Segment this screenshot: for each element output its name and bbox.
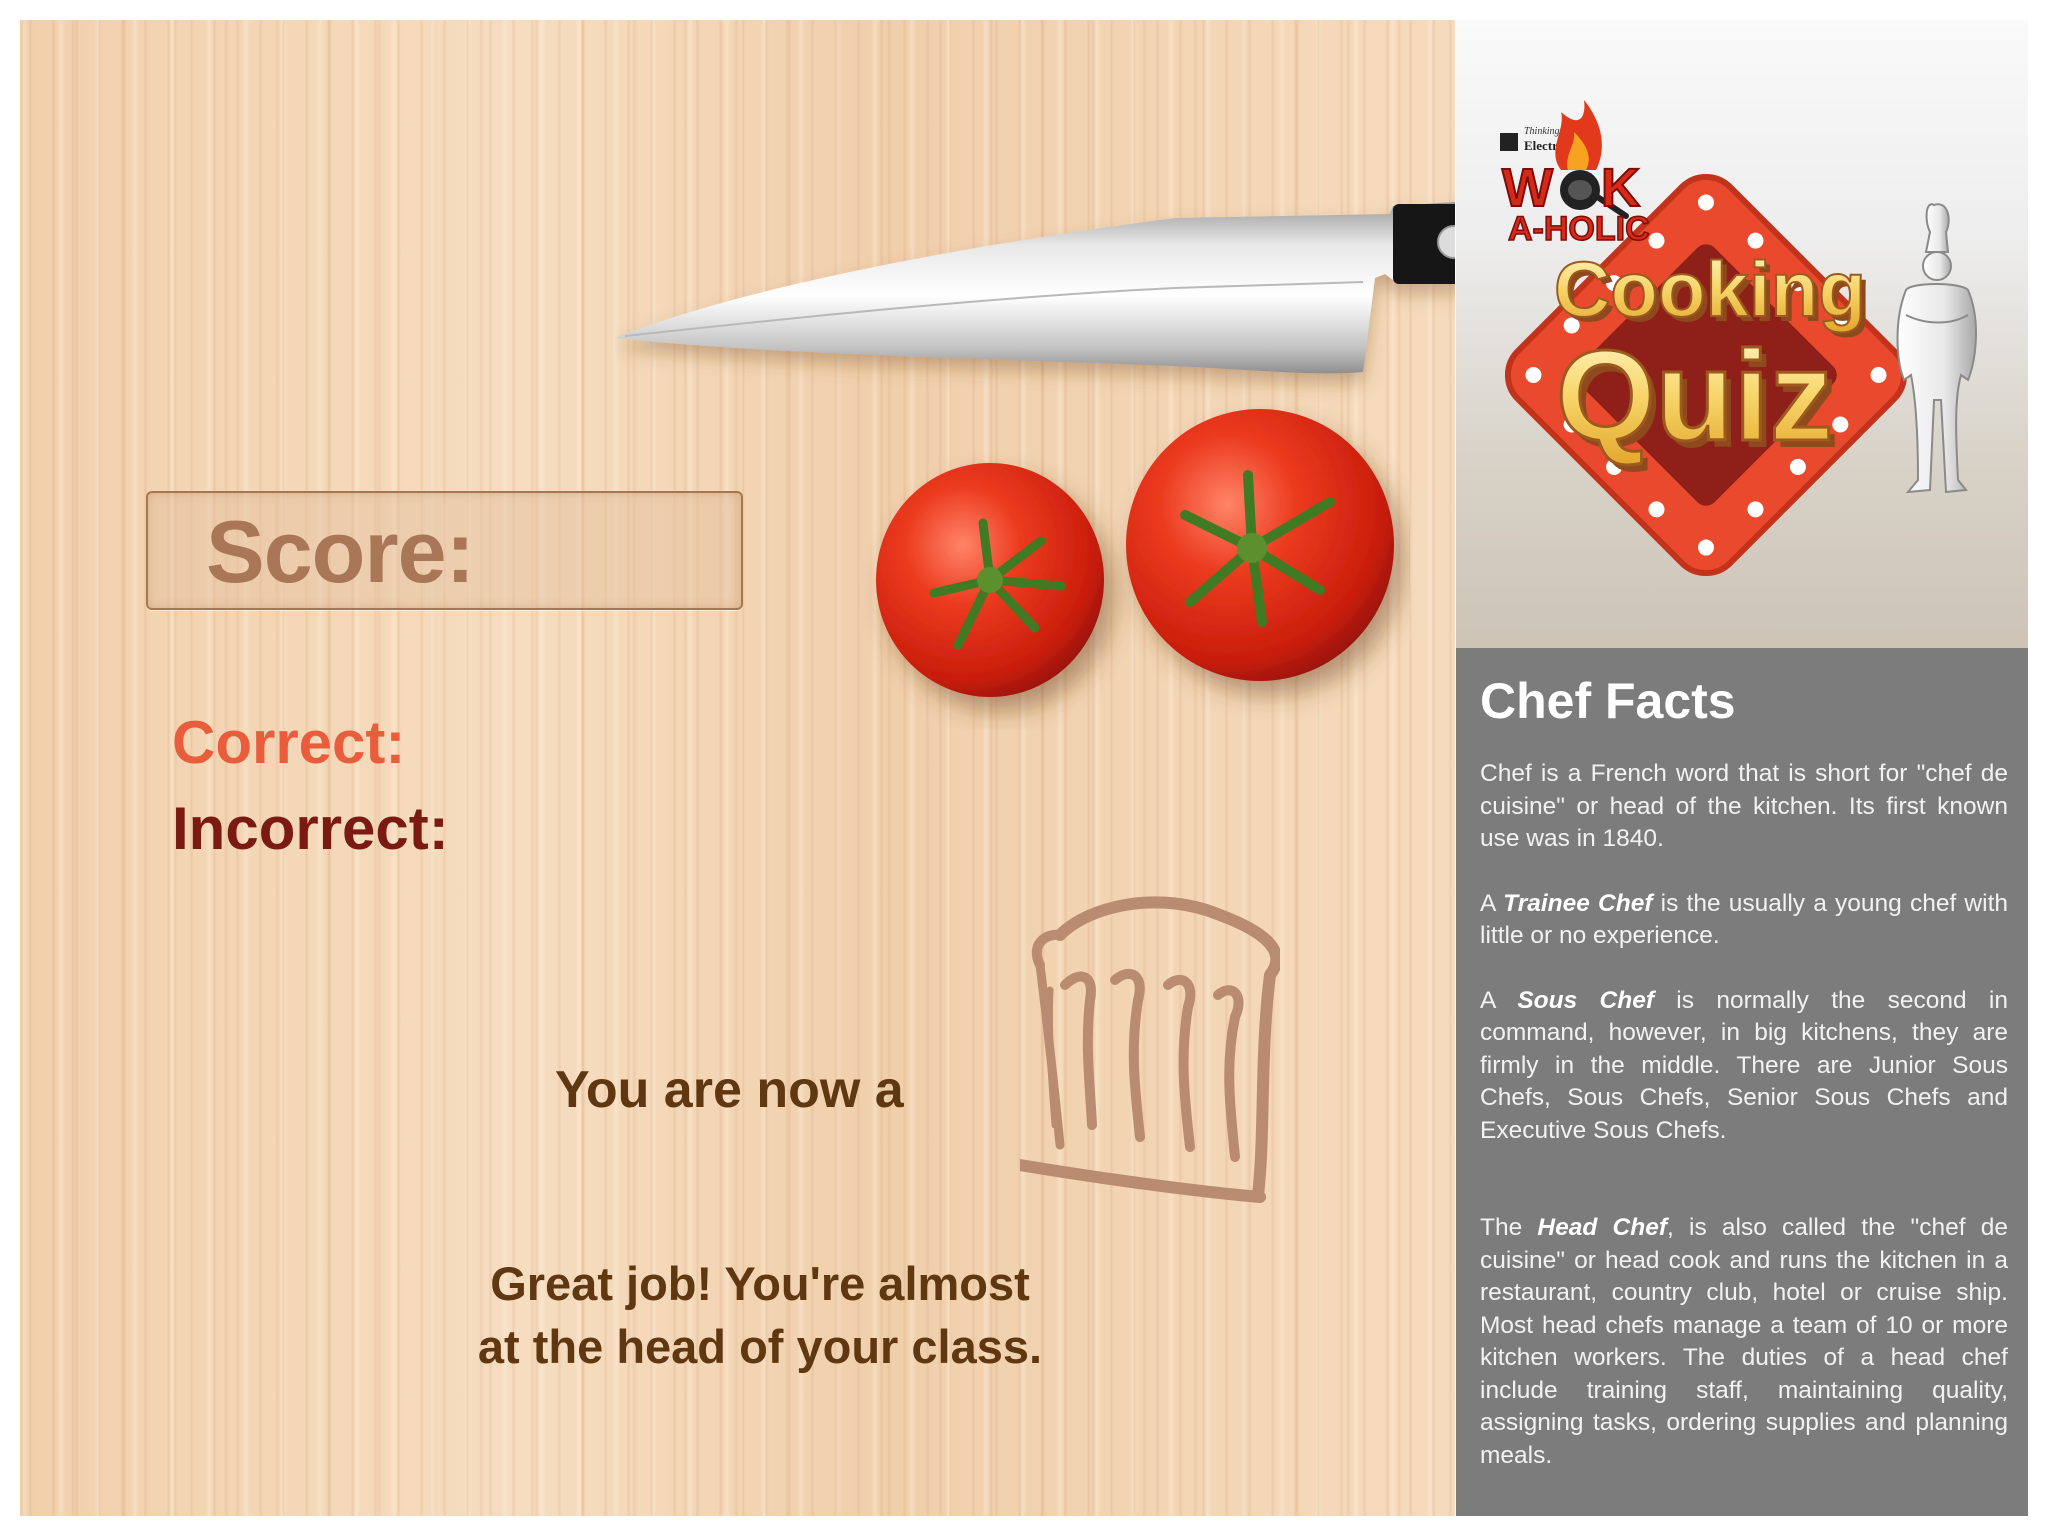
chef-facts-panel: Chef Facts Chef is a French word that is…: [1456, 648, 2028, 1516]
svg-text:A-HOLIC: A-HOLIC: [1508, 210, 1650, 248]
fact-term: Sous Chef: [1517, 986, 1654, 1014]
cutting-board: Score: Correct: Incorrect: You are now a…: [20, 20, 1455, 1516]
logo-panel: Thinking of you Electrolux W K A-HOLIC C…: [1456, 20, 2028, 648]
fact-term: Head Chef: [1537, 1214, 1667, 1241]
svg-text:K: K: [1601, 158, 1640, 218]
fact-item: The Head Chef, is also called the "chef …: [1480, 1214, 2008, 1469]
facts-body: Chef is a French word that is short for …: [1480, 758, 2008, 1504]
result-message-line2: at the head of your class.: [477, 1320, 1043, 1373]
tomato-image: [876, 463, 1104, 697]
result-message-line1: Great job! You're almost: [490, 1257, 1030, 1310]
fact-item: A Trainee Chef is the usually a young ch…: [1480, 889, 2008, 950]
rank-text: You are now a: [555, 1061, 904, 1119]
incorrect-label: Incorrect:: [172, 795, 449, 862]
cooking-quiz-logo: Thinking of you Electrolux W K A-HOLIC C…: [1500, 100, 1977, 577]
flame-icon: [1555, 100, 1602, 170]
fact-term: Trainee Chef: [1503, 889, 1653, 917]
score-box: Score:: [146, 491, 743, 610]
svg-text:W: W: [1502, 158, 1553, 218]
score-label: Score:: [206, 502, 475, 601]
tomatoes-image: [876, 409, 1394, 697]
fact-item: Chef is a French word that is short for …: [1480, 760, 2008, 852]
facts-title: Chef Facts: [1480, 673, 1736, 729]
result-message: Great job! You're almost at the head of …: [410, 1252, 1110, 1378]
cooking-quiz-title: Cooking Cooking Quiz Quiz: [1553, 244, 1871, 475]
tomato-image: [1126, 409, 1394, 681]
knife-image: [615, 202, 1455, 374]
chef-hat-icon: [1020, 896, 1280, 1203]
chef-figure-icon: [1896, 203, 1977, 494]
svg-text:Cooking: Cooking: [1554, 245, 1866, 333]
svg-text:Quiz: Quiz: [1556, 325, 1833, 468]
fact-item: A Sous Chef is normally the second in co…: [1480, 986, 2008, 1144]
correct-label: Correct:: [172, 709, 406, 776]
